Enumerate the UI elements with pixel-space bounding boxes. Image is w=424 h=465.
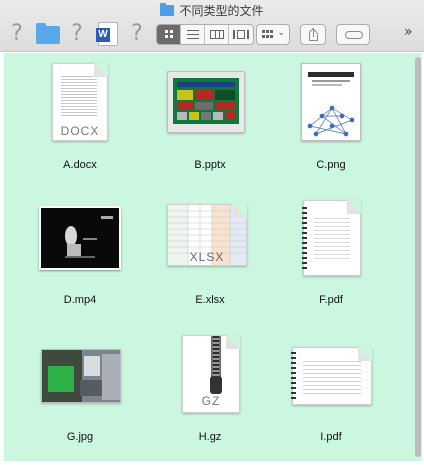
file-name: E.xlsx <box>195 294 225 306</box>
unknown-app-icon[interactable]: ? <box>66 22 88 46</box>
file-extension-badge: XLSX <box>189 250 225 264</box>
file-name: D.mp4 <box>63 294 97 306</box>
file-grid: DOCX A.docx B.pptx C.png D.mp4 XLSX E.xl… <box>4 53 414 461</box>
window-title-text: 不同类型的文件 <box>179 4 264 18</box>
file-name: C.png <box>316 159 346 171</box>
file-item[interactable]: F.pdf <box>276 196 386 312</box>
file-name: H.gz <box>198 431 222 443</box>
file-name: G.jpg <box>66 431 94 443</box>
file-item[interactable]: I.pdf <box>276 333 386 449</box>
folder-icon <box>160 3 175 16</box>
file-name: I.pdf <box>320 431 342 443</box>
pdf-file-icon <box>302 200 361 276</box>
file-extension-badge: GZ <box>201 394 221 408</box>
view-mode-segmented-control <box>156 24 254 45</box>
chevron-down-icon: ⌄ <box>277 27 285 37</box>
pptx-file-icon <box>167 71 245 133</box>
list-view-button[interactable] <box>181 25 205 44</box>
file-item[interactable]: GZ H.gz <box>155 333 265 449</box>
word-badge: W <box>96 28 110 42</box>
cover-flow-icon <box>233 30 249 39</box>
png-file-icon <box>301 63 361 141</box>
file-name: A.docx <box>63 159 97 171</box>
window-title: 不同类型的文件 <box>0 3 424 19</box>
vertical-scrollbar[interactable] <box>413 53 422 461</box>
icon-view-button[interactable] <box>157 25 181 44</box>
column-view-button[interactable] <box>205 25 229 44</box>
share-button[interactable] <box>300 24 326 45</box>
tag-icon <box>345 31 363 39</box>
pdf-file-icon <box>291 347 372 405</box>
file-item[interactable]: DOCX A.docx <box>25 61 135 177</box>
toolbar-overflow-button[interactable]: » <box>404 24 412 40</box>
finder-toolbar: 不同类型的文件 ? ? W ? ⌄ » <box>0 0 424 52</box>
file-item[interactable]: XLSX E.xlsx <box>155 196 265 312</box>
grid-icon <box>165 30 173 38</box>
video-thumbnail <box>41 208 119 268</box>
file-item[interactable]: D.mp4 <box>25 196 135 312</box>
mp4-file-icon <box>39 206 121 270</box>
cover-flow-view-button[interactable] <box>229 25 253 44</box>
unknown-app-icon[interactable]: ? <box>6 22 28 46</box>
file-item[interactable]: B.pptx <box>155 61 265 177</box>
file-name: B.pptx <box>194 159 226 171</box>
word-app-icon[interactable]: W <box>96 22 118 46</box>
slide-thumbnail <box>177 82 235 120</box>
folder-icon[interactable] <box>36 23 60 44</box>
unknown-app-icon[interactable]: ? <box>126 22 148 46</box>
jpg-file-icon <box>41 349 121 403</box>
arrange-button[interactable]: ⌄ <box>256 24 290 45</box>
file-item[interactable]: G.jpg <box>25 333 135 449</box>
list-icon <box>187 30 199 39</box>
share-arrow-icon <box>313 28 314 37</box>
arrange-grid-icon <box>262 30 273 39</box>
file-extension-badge: DOCX <box>60 124 100 138</box>
columns-icon <box>210 30 224 39</box>
book-cover-thumbnail <box>302 64 360 140</box>
photo-thumbnail <box>42 350 120 402</box>
scrollbar-thumb[interactable] <box>415 57 421 457</box>
docx-file-icon: DOCX <box>52 63 108 141</box>
gz-file-icon: GZ <box>182 335 240 413</box>
tag-button[interactable] <box>336 24 370 45</box>
file-name: F.pdf <box>319 294 343 306</box>
xlsx-file-icon: XLSX <box>167 204 247 266</box>
file-item[interactable]: C.png <box>276 61 386 177</box>
